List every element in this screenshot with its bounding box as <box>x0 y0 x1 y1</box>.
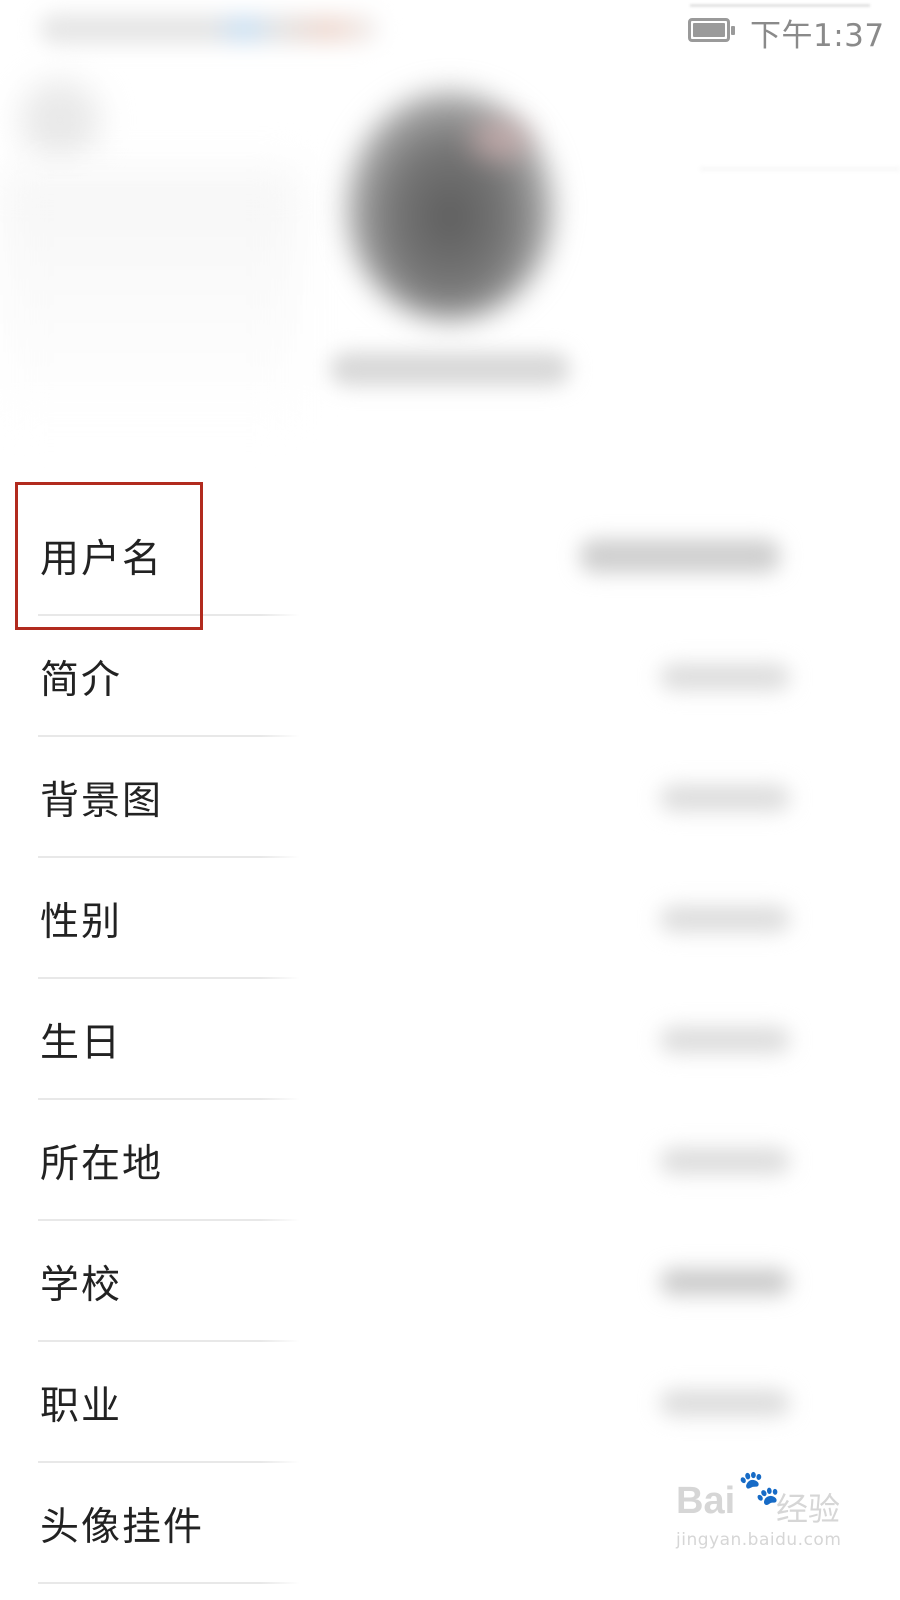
row-location[interactable]: 所在地 <box>0 1100 900 1221</box>
row-bio[interactable]: 简介 <box>0 616 900 737</box>
row-school[interactable]: 学校 <box>0 1221 900 1342</box>
row-value-blurred <box>580 538 780 573</box>
notification-icons-blurred <box>40 14 380 44</box>
row-label: 背景图 <box>40 778 164 824</box>
profile-settings-list: 用户名 简介 背景图 性别 生日 所在地 学校 职业 头像挂件 <box>0 495 900 1584</box>
row-label: 学校 <box>40 1262 123 1308</box>
row-label: 所在地 <box>40 1141 164 1187</box>
row-gender[interactable]: 性别 <box>0 858 900 979</box>
row-occupation[interactable]: 职业 <box>0 1342 900 1463</box>
row-value-blurred <box>660 1026 790 1053</box>
row-divider <box>38 1582 300 1584</box>
row-value-blurred <box>660 1147 790 1174</box>
status-time: 下午1:37 <box>750 18 885 54</box>
avatar-badge-blurred <box>470 120 530 160</box>
battery-icon <box>688 18 735 42</box>
watermark-brand-suffix: 经验 <box>776 1490 841 1528</box>
header-divider <box>700 168 900 170</box>
row-background-image[interactable]: 背景图 <box>0 737 900 858</box>
row-label: 头像挂件 <box>40 1504 205 1550</box>
header-background-blurred <box>0 170 300 430</box>
status-top-line <box>690 4 870 7</box>
row-value-blurred <box>660 784 790 811</box>
row-value-blurred <box>660 1389 790 1416</box>
row-label: 性别 <box>40 899 123 945</box>
nickname-blurred <box>330 352 570 386</box>
watermark-brand: Bai <box>676 1480 736 1522</box>
row-value-blurred <box>660 1268 790 1295</box>
watermark-url: jingyan.baidu.com <box>676 1530 842 1550</box>
row-birthday[interactable]: 生日 <box>0 979 900 1100</box>
avatar[interactable] <box>345 90 555 320</box>
row-label: 简介 <box>40 657 123 703</box>
baidu-jingyan-watermark: Bai 🐾 经验 jingyan.baidu.com <box>676 1468 846 1560</box>
paw-icon: 🐾 <box>738 1468 781 1508</box>
status-bar: 下午1:37 <box>0 0 900 64</box>
row-label: 职业 <box>40 1383 123 1429</box>
row-value-blurred <box>660 663 790 690</box>
row-value-blurred <box>660 905 790 932</box>
annotation-highlight-box <box>15 482 203 630</box>
back-button-blurred[interactable] <box>20 80 100 160</box>
row-label: 生日 <box>40 1020 123 1066</box>
